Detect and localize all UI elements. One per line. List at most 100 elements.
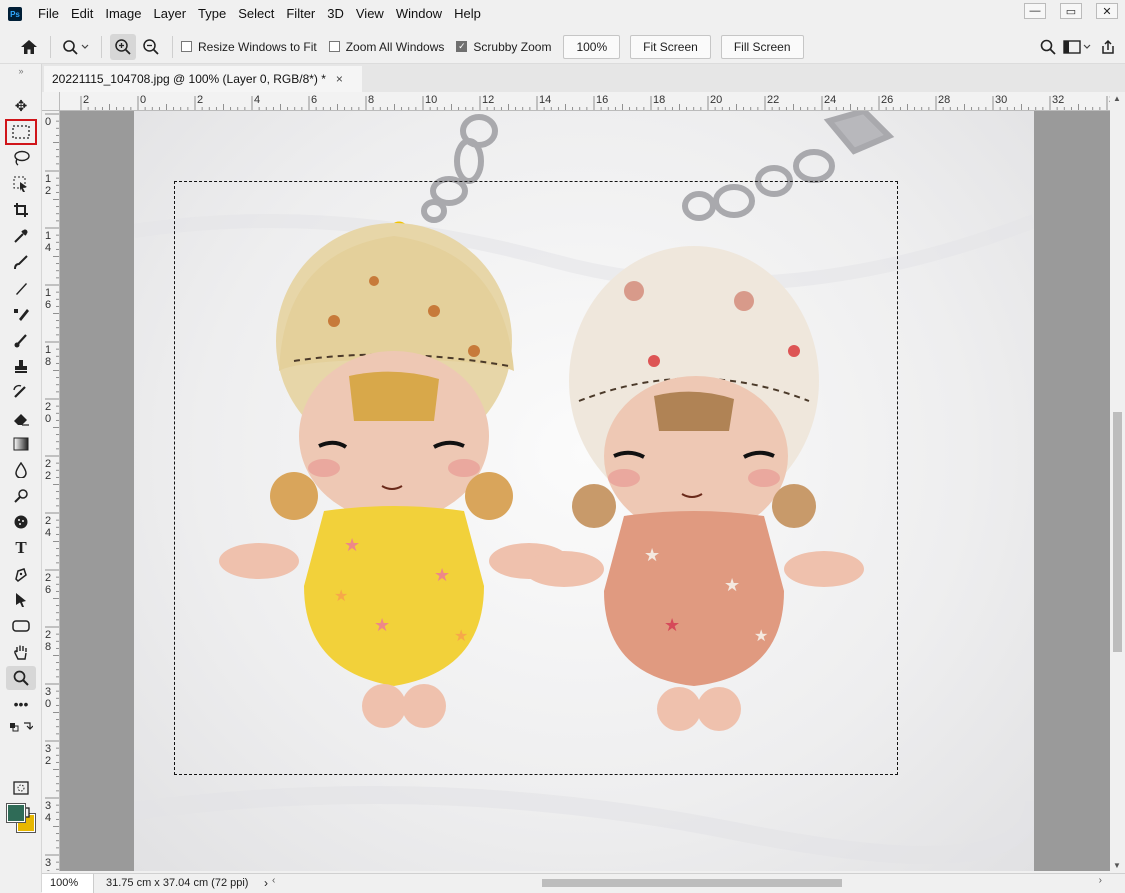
brush-tool-icon[interactable] <box>6 276 36 300</box>
move-tool-icon[interactable]: ✥ <box>6 94 36 118</box>
resize-windows-checkbox[interactable]: Resize Windows to Fit <box>181 40 317 54</box>
document-title: 20221115_104708.jpg @ 100% (Layer 0, RGB… <box>52 72 326 86</box>
share-icon[interactable] <box>1095 34 1121 60</box>
close-window-button[interactable]: ✕ <box>1089 0 1125 22</box>
ruler-label: 22 <box>767 94 779 106</box>
art-history-brush-icon[interactable] <box>6 380 36 404</box>
blur-tool-icon[interactable] <box>6 458 36 482</box>
scrubby-zoom-checkbox[interactable]: ✓ Scrubby Zoom <box>456 40 551 54</box>
menu-window[interactable]: Window <box>390 0 448 28</box>
document-tab[interactable]: 20221115_104708.jpg @ 100% (Layer 0, RGB… <box>44 66 362 92</box>
path-selection-tool-icon[interactable] <box>6 588 36 612</box>
pen-tool-icon[interactable] <box>6 562 36 586</box>
type-tool-icon[interactable]: T <box>6 536 36 560</box>
ruler-label: 2 <box>45 572 51 584</box>
scrollbar-thumb[interactable] <box>542 879 842 887</box>
menu-select[interactable]: Select <box>232 0 280 28</box>
ruler-label: 1 <box>45 344 51 356</box>
window-controls: — ▭ ✕ <box>1017 0 1125 22</box>
ruler-label: 2 <box>45 515 51 527</box>
ruler-ticks: 012141618202224262830323436 <box>45 113 59 871</box>
divider <box>172 35 173 58</box>
selection-marquee[interactable] <box>174 181 898 775</box>
ruler-label: 4 <box>254 94 260 106</box>
ruler-label: 4 <box>45 242 51 254</box>
ruler-label: 2 <box>45 401 51 413</box>
foreground-color-swatch[interactable] <box>6 803 26 823</box>
menu-view[interactable]: View <box>350 0 390 28</box>
ruler-label: 2 <box>45 755 51 767</box>
menu-bar: Ps File Edit Image Layer Type Select Fil… <box>0 0 1125 28</box>
vertical-ruler[interactable]: 012141618202224262830323436 <box>42 111 60 871</box>
zoom-tool-preset-icon[interactable] <box>59 34 93 60</box>
ruler-label: 32 <box>1052 94 1064 106</box>
ruler-ticks: 20246810121416182022242628303234 <box>80 94 1110 110</box>
ruler-label: 1 <box>45 287 51 299</box>
ruler-label: 2 <box>45 629 51 641</box>
zoom-all-windows-checkbox[interactable]: Zoom All Windows <box>328 40 444 54</box>
zoom-in-icon[interactable] <box>110 33 136 60</box>
ruler-corner <box>42 92 60 111</box>
object-selection-tool-icon[interactable] <box>6 172 36 196</box>
horizontal-ruler[interactable]: 20246810121416182022242628303234 <box>60 92 1110 111</box>
eraser-tool-icon[interactable] <box>6 406 36 430</box>
scroll-left-icon[interactable]: ‹ <box>272 875 275 886</box>
rectangular-marquee-tool-icon[interactable] <box>5 119 37 145</box>
menu-type[interactable]: Type <box>192 0 232 28</box>
scroll-right-icon[interactable]: › <box>1099 875 1102 886</box>
ruler-label: 1 <box>45 230 51 242</box>
sponge-tool-icon[interactable] <box>6 510 36 534</box>
edit-toolbar-icon[interactable]: ••• <box>6 692 36 716</box>
canvas-area[interactable]: ★ ★ ★ ★ ★ ★ ★ ★ ★ <box>60 111 1110 871</box>
scroll-up-icon[interactable]: ▲ <box>1113 94 1121 103</box>
menu-layer[interactable]: Layer <box>148 0 193 28</box>
rectangle-tool-icon[interactable] <box>6 614 36 638</box>
menu-image[interactable]: Image <box>99 0 147 28</box>
ruler-label: 10 <box>425 94 437 106</box>
scrollbar-thumb[interactable] <box>1113 412 1122 652</box>
history-brush-tool-icon[interactable] <box>6 328 36 352</box>
workspace-icon[interactable] <box>1061 34 1095 60</box>
crop-tool-icon[interactable] <box>6 198 36 222</box>
vertical-scrollbar[interactable]: ▲ ▼ <box>1110 92 1125 872</box>
hand-tool-icon[interactable] <box>6 640 36 664</box>
menu-file[interactable]: File <box>32 0 65 28</box>
ruler-label: 12 <box>482 94 494 106</box>
document-size-info: 31.75 cm x 37.04 cm (72 ppi) <box>106 877 249 889</box>
search-icon[interactable] <box>1035 34 1061 60</box>
ruler-label: 3 <box>45 857 51 869</box>
checkbox-box <box>181 41 192 52</box>
menu-edit[interactable]: Edit <box>65 0 99 28</box>
restore-button[interactable]: ▭ <box>1053 0 1089 22</box>
stamp-tool-icon[interactable] <box>6 354 36 378</box>
dodge-tool-icon[interactable] <box>6 484 36 508</box>
menu-help[interactable]: Help <box>448 0 487 28</box>
fit-screen-button[interactable]: Fit Screen <box>630 34 711 59</box>
minimize-button[interactable]: — <box>1017 0 1053 22</box>
ruler-label: 18 <box>653 94 665 106</box>
swap-colors-icon[interactable] <box>6 718 36 734</box>
quick-mask-icon[interactable] <box>6 776 36 800</box>
horizontal-scrollbar[interactable]: ‹ › <box>272 875 1102 889</box>
menu-filter[interactable]: Filter <box>280 0 321 28</box>
eyedropper-tool-icon[interactable] <box>6 224 36 248</box>
zoom-tool-icon[interactable] <box>6 666 36 690</box>
menu-3d[interactable]: 3D <box>321 0 350 28</box>
ruler-label: 2 <box>45 185 51 197</box>
checkmark-icon: ✓ <box>456 41 468 52</box>
scroll-down-icon[interactable]: ▼ <box>1113 861 1121 870</box>
home-icon[interactable] <box>16 34 42 60</box>
fill-screen-button[interactable]: Fill Screen <box>720 34 804 59</box>
zoom-level-field[interactable]: 100% <box>42 873 94 893</box>
lasso-tool-icon[interactable] <box>6 146 36 170</box>
clone-stamp-tool-icon[interactable] <box>6 302 36 326</box>
collapse-icon[interactable]: » <box>6 66 36 76</box>
zoom-100-button[interactable]: 100% <box>563 34 621 59</box>
ruler-label: 2 <box>197 94 203 106</box>
gradient-tool-icon[interactable] <box>6 432 36 456</box>
ruler-label: 2 <box>45 458 51 470</box>
close-tab-icon[interactable]: × <box>336 72 343 86</box>
healing-brush-tool-icon[interactable] <box>6 250 36 274</box>
zoom-out-icon[interactable] <box>138 34 164 60</box>
status-menu-arrow-icon[interactable]: › <box>264 876 268 890</box>
